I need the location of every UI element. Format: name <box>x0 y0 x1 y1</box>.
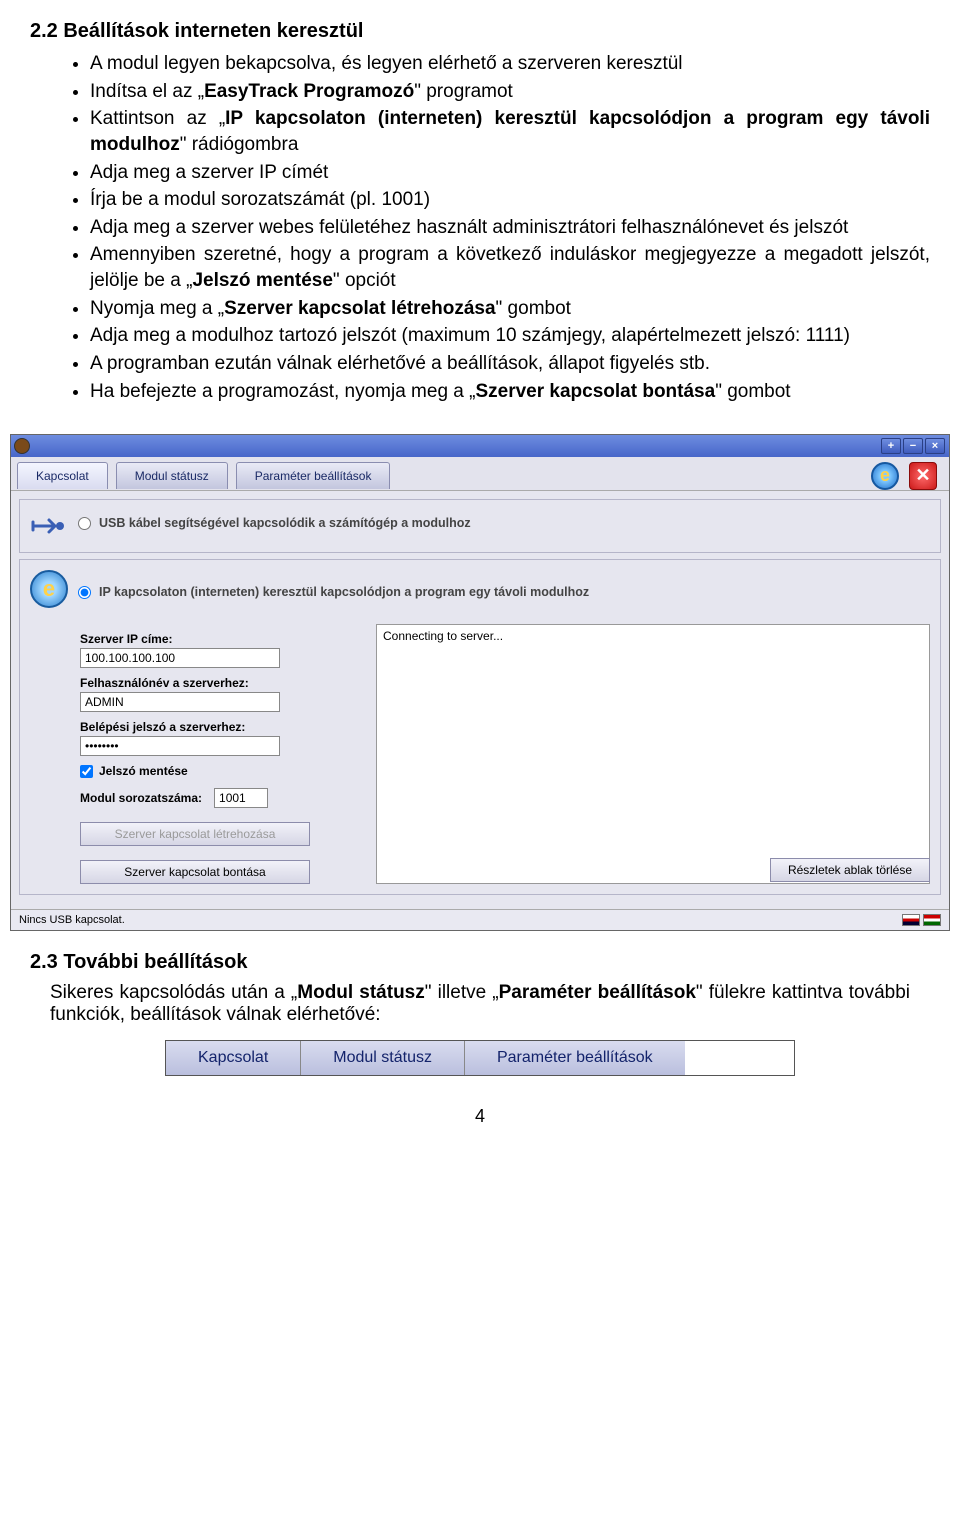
main-tabs: Kapcsolat Modul státusz Paraméter beállí… <box>11 457 949 491</box>
bullet-item: Ha befejezte a programozást, nyomja meg … <box>90 379 930 405</box>
usb-radio-label: USB kábel segítségével kapcsolódik a szá… <box>99 516 471 530</box>
tab-modul-statusz[interactable]: Modul státusz <box>116 462 228 489</box>
status-text: Nincs USB kapcsolat. <box>19 914 125 926</box>
close-panel-icon[interactable]: ✕ <box>909 462 937 490</box>
bullet-item: Adja meg a szerver webes felületéhez has… <box>90 215 930 241</box>
section-2-2-bullets: A modul legyen bekapcsolva, és legyen el… <box>90 51 930 404</box>
tab-parameter-beallitasok[interactable]: Paraméter beállítások <box>236 462 391 489</box>
serial-label: Modul sorozatszáma: <box>80 791 202 805</box>
server-connect-button[interactable]: Szerver kapcsolat létrehozása <box>80 822 310 846</box>
app-icon <box>14 438 30 454</box>
strip-tab-modul-statusz[interactable]: Modul státusz <box>301 1041 465 1075</box>
ip-connection-group: e IP kapcsolaton (interneten) keresztül … <box>19 559 941 895</box>
usb-icon <box>30 510 68 542</box>
save-password-label: Jelszó mentése <box>99 764 188 778</box>
window-titlebar: + − × <box>11 435 949 457</box>
window-close-button[interactable]: × <box>925 438 945 454</box>
usb-radio[interactable] <box>78 517 91 530</box>
usb-connection-group: USB kábel segítségével kapcsolódik a szá… <box>19 499 941 553</box>
log-output: Connecting to server... <box>376 624 930 884</box>
flag-hu-icon[interactable] <box>923 914 941 926</box>
tab-kapcsolat[interactable]: Kapcsolat <box>17 462 108 489</box>
internet-explorer-icon: e <box>30 570 68 608</box>
bullet-item: Nyomja meg a „Szerver kapcsolat létrehoz… <box>90 296 930 322</box>
strip-tab-kapcsolat[interactable]: Kapcsolat <box>166 1041 301 1075</box>
page-number: 4 <box>0 1106 960 1127</box>
server-ip-input[interactable] <box>80 648 280 668</box>
ip-radio-label: IP kapcsolaton (interneten) keresztül ka… <box>99 585 589 599</box>
bullet-item: A modul legyen bekapcsolva, és legyen el… <box>90 51 930 77</box>
bullet-item: Írja be a modul sorozatszámát (pl. 1001) <box>90 187 930 213</box>
password-input[interactable] <box>80 736 280 756</box>
tabs-strip-illustration: Kapcsolat Modul státusz Paraméter beállí… <box>165 1040 795 1076</box>
internet-explorer-icon: e <box>871 462 899 490</box>
username-label: Felhasználónév a szerverhez: <box>80 676 360 690</box>
bullet-item: A programban ezután válnak elérhetővé a … <box>90 351 930 377</box>
serial-input[interactable] <box>214 788 268 808</box>
easytrack-programmer-window: + − × Kapcsolat Modul státusz Paraméter … <box>10 434 950 931</box>
window-minimize-button[interactable]: − <box>903 438 923 454</box>
window-config-button[interactable]: + <box>881 438 901 454</box>
username-input[interactable] <box>80 692 280 712</box>
ip-radio[interactable] <box>78 586 91 599</box>
server-ip-label: Szerver IP címe: <box>80 632 360 646</box>
bullet-item: Amennyiben szeretné, hogy a program a kö… <box>90 242 930 293</box>
status-bar: Nincs USB kapcsolat. <box>11 909 949 930</box>
clear-log-button[interactable]: Részletek ablak törlése <box>770 858 930 882</box>
password-label: Belépési jelszó a szerverhez: <box>80 720 360 734</box>
section-2-2-title: 2.2 Beállítások interneten keresztül <box>30 20 930 43</box>
server-disconnect-button[interactable]: Szerver kapcsolat bontása <box>80 860 310 884</box>
bullet-item: Adja meg a modulhoz tartozó jelszót (max… <box>90 323 930 349</box>
section-2-3-text: Sikeres kapcsolódás után a „Modul státus… <box>50 982 910 1026</box>
bullet-item: Kattintson az „IP kapcsolaton (internete… <box>90 106 930 157</box>
section-2-3-title: 2.3 További beállítások <box>30 951 930 974</box>
bullet-item: Indítsa el az „EasyTrack Programozó" pro… <box>90 79 930 105</box>
bullet-item: Adja meg a szerver IP címét <box>90 160 930 186</box>
strip-tab-parameter-beallitasok[interactable]: Paraméter beállítások <box>465 1041 685 1075</box>
flag-uk-icon[interactable] <box>902 914 920 926</box>
save-password-checkbox[interactable] <box>80 765 93 778</box>
